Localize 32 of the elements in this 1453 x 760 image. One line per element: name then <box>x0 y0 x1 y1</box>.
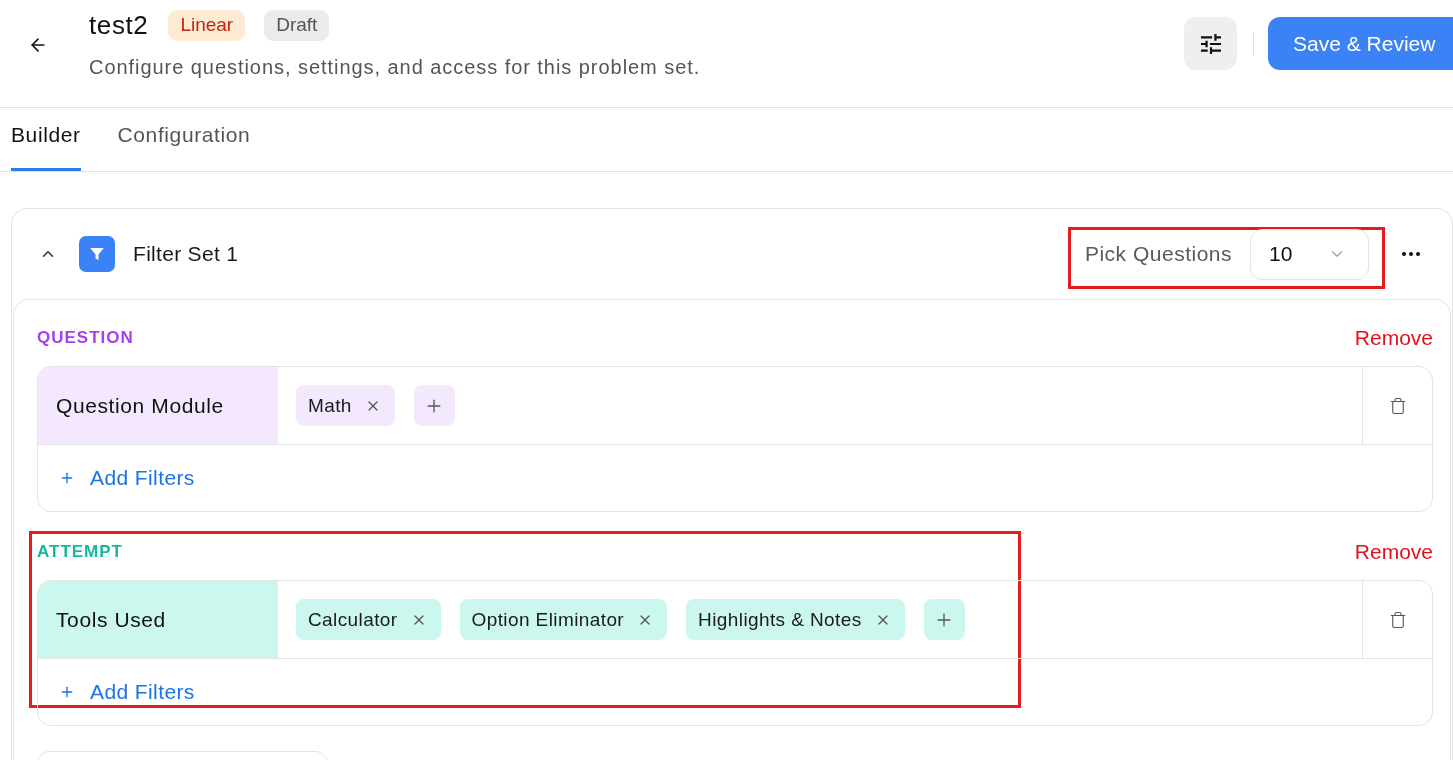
save-review-button[interactable]: Save & Review <box>1268 17 1453 70</box>
group-heading: ATTEMPT <box>37 542 123 562</box>
pick-questions-label: Pick Questions <box>1084 241 1232 267</box>
more-icon[interactable] <box>1402 252 1420 256</box>
rule-field-cell: Tools Used <box>38 581 278 658</box>
status-badge: Linear <box>168 10 246 41</box>
group-heading: QUESTION <box>37 328 134 348</box>
page-subtitle: Configure questions, settings, and access for this problem set. <box>89 55 701 80</box>
trash-icon[interactable] <box>1388 396 1407 415</box>
tab[interactable]: Configuration <box>117 108 251 171</box>
remove-group-button[interactable]: Remove <box>1354 538 1433 566</box>
sliders-icon <box>1200 33 1221 54</box>
page-title: test2 <box>89 10 149 41</box>
tab[interactable]: Builder <box>11 108 81 171</box>
add-filters-button[interactable]: Add Filters <box>59 465 195 491</box>
add-value-button[interactable] <box>923 599 965 640</box>
rule-field-cell: Question Module <box>38 367 278 444</box>
filter-icon <box>79 236 115 272</box>
chip-label: Calculator <box>308 607 398 632</box>
chip-label: Math <box>308 393 352 418</box>
status-badge: Draft <box>264 10 330 41</box>
plus-icon <box>59 684 75 700</box>
add-filters-button[interactable]: Add Filters <box>59 679 195 705</box>
chip-label: Option Eliminator <box>471 607 625 632</box>
add-value-button[interactable] <box>413 385 455 426</box>
remove-group-button[interactable]: Remove <box>1354 324 1433 352</box>
question-count-select[interactable]: 10 <box>1250 228 1369 280</box>
chip-label: Highlights & Notes <box>698 607 862 632</box>
filter-set-title: Filter Set 1 <box>133 241 239 267</box>
trash-icon[interactable] <box>1388 610 1407 629</box>
plus-icon <box>59 470 75 486</box>
settings-button[interactable] <box>1184 17 1237 70</box>
